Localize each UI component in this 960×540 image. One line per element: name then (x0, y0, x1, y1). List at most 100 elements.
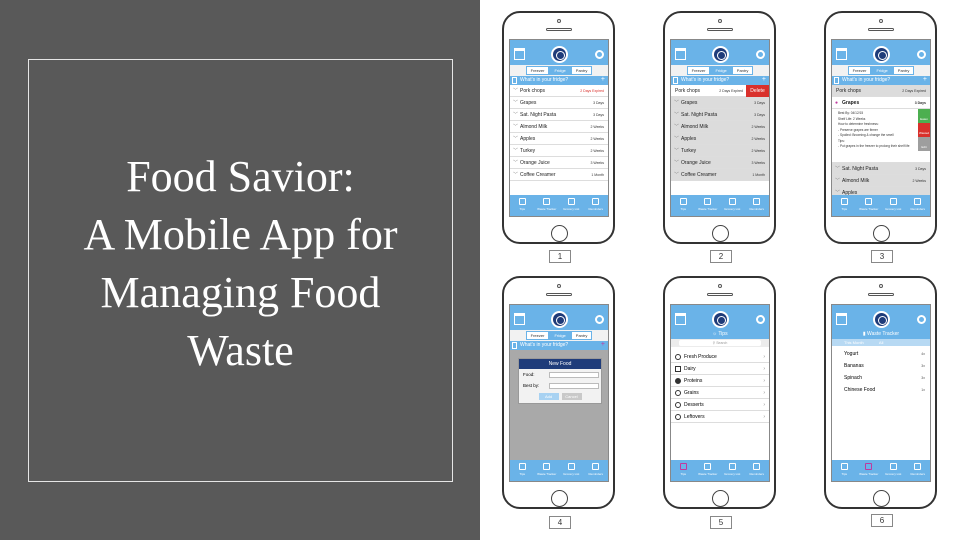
tab-grocery-list[interactable]: Grocery List (559, 460, 584, 481)
bestby-input[interactable] (549, 383, 599, 389)
list-item[interactable]: ﹀ Sat. Night Pasta 3 Days (832, 163, 930, 175)
filter-this-month[interactable]: This Month (844, 340, 864, 345)
filter-all[interactable]: All (879, 340, 883, 345)
tab-grocery-list[interactable]: Grocery List (720, 195, 745, 216)
waste-item[interactable]: Spinach 3x (832, 372, 930, 384)
segment-pantry[interactable]: Pantry (731, 66, 754, 75)
tip-category[interactable]: Proteins › (671, 375, 769, 387)
tab-tips[interactable]: Tips (671, 195, 696, 216)
tab-grocery-list[interactable]: Grocery List (881, 460, 906, 481)
list-item[interactable]: ﹀ Coffee Creamer 1 Month (510, 169, 608, 181)
list-item[interactable]: ﹀ Pork chops 2 Days Expired (510, 85, 608, 97)
gear-icon[interactable] (917, 50, 926, 59)
tip-category[interactable]: Grains › (671, 387, 769, 399)
segment-fridge[interactable]: Fridge (549, 66, 571, 75)
tab-grocery-list[interactable]: Grocery List (720, 460, 745, 481)
add-icon[interactable]: + (601, 341, 605, 349)
list-item[interactable]: ﹀ Almond Milk 2 Weeks (671, 121, 769, 133)
list-item[interactable]: ﹀ Sat. Night Pasta 3 Days (671, 109, 769, 121)
gear-icon[interactable] (595, 50, 604, 59)
segment-freezer[interactable]: Freezer (525, 66, 550, 75)
list-item[interactable]: ﹀ Orange Juice 3 Weeks (510, 157, 608, 169)
tab-tips[interactable]: Tips (510, 460, 535, 481)
wasted-button[interactable]: Wasted (918, 123, 930, 137)
gear-icon[interactable] (917, 315, 926, 324)
segment-freezer[interactable]: Freezer (847, 66, 872, 75)
list-item[interactable]: ﹀ Apples 2 Weeks (510, 133, 608, 145)
alarm-icon (914, 463, 922, 470)
tip-category[interactable]: Dairy › (671, 363, 769, 375)
tab-reminders[interactable]: Reminders (906, 195, 931, 216)
calendar-icon[interactable] (675, 313, 686, 325)
segment-pantry[interactable]: Pantry (570, 66, 593, 75)
add-icon[interactable]: + (923, 76, 927, 84)
list-item[interactable]: ﹀ Almond Milk 2 Weeks (510, 121, 608, 133)
segment-fridge[interactable]: Fridge (871, 66, 893, 75)
tab-label: Tips (841, 472, 848, 476)
tab-reminders[interactable]: Reminders (584, 195, 609, 216)
tab-reminders[interactable]: Reminders (745, 195, 770, 216)
tab-tips[interactable]: Tips (832, 460, 857, 481)
tab-grocery-list[interactable]: Grocery List (881, 195, 906, 216)
calendar-icon[interactable] (836, 48, 847, 60)
add-icon[interactable]: + (601, 76, 605, 84)
cancel-button[interactable]: Cancel (561, 393, 582, 400)
food-input[interactable] (549, 372, 599, 378)
tab-waste-tracker[interactable]: Waste Tracker (857, 460, 882, 481)
tab-waste-tracker[interactable]: Waste Tracker (696, 460, 721, 481)
lightbulb-icon (679, 198, 687, 205)
segment-pantry[interactable]: Pantry (892, 66, 915, 75)
segment-freezer[interactable]: Freezer (686, 66, 711, 75)
segment-fridge[interactable]: Fridge (710, 66, 732, 75)
tab-reminders[interactable]: Reminders (745, 460, 770, 481)
storage-segment: Freezer Fridge Pantry (510, 330, 608, 341)
tip-category[interactable]: Leftovers › (671, 411, 769, 423)
tab-reminders[interactable]: Reminders (584, 460, 609, 481)
tab-waste-tracker[interactable]: Waste Tracker (696, 195, 721, 216)
list-item[interactable]: ﹀ Orange Juice 3 Weeks (671, 157, 769, 169)
list-item-expanded[interactable]: ● Grapes 3 Days (832, 97, 930, 109)
list-item[interactable]: ﹀ Sat. Night Pasta 3 Days (510, 109, 608, 121)
add-button[interactable]: Add (538, 393, 559, 400)
gear-icon[interactable] (756, 315, 765, 324)
search-input[interactable]: ⚲ Search (679, 340, 761, 346)
list-item[interactable]: ﹀ Turkey 2 Weeks (510, 145, 608, 157)
list-item[interactable]: ﹀ Almond Milk 2 Weeks (832, 175, 930, 187)
segment-pantry[interactable]: Pantry (570, 331, 593, 340)
list-item[interactable]: ﹀ Turkey 2 Weeks (671, 145, 769, 157)
calendar-icon[interactable] (836, 313, 847, 325)
eaten-button[interactable]: Eaten (918, 109, 930, 123)
tab-tips[interactable]: Tips (832, 195, 857, 216)
category-label: Leftovers (684, 414, 705, 420)
waste-item[interactable]: Bananas 3x (832, 360, 930, 372)
item-expiry: 3 Days (593, 113, 604, 117)
waste-item[interactable]: Chinese Food 1x (832, 384, 930, 396)
segment-freezer[interactable]: Freezer (525, 331, 550, 340)
tip-category[interactable]: Fresh Produce › (671, 351, 769, 363)
gear-icon[interactable] (756, 50, 765, 59)
segment-fridge[interactable]: Fridge (549, 331, 571, 340)
tab-waste-tracker[interactable]: Waste Tracker (857, 195, 882, 216)
calendar-icon[interactable] (675, 48, 686, 60)
edit-button[interactable]: Edit (918, 137, 930, 151)
list-item[interactable]: ﹀ Coffee Creamer 1 Month (671, 169, 769, 181)
list-item[interactable]: ﹀ Grapes 3 Days (671, 97, 769, 109)
list-item[interactable]: ﹀ Apples 2 Weeks (671, 133, 769, 145)
calendar-icon[interactable] (514, 48, 525, 60)
calendar-icon[interactable] (514, 313, 525, 325)
waste-item[interactable]: Yogurt 4x (832, 348, 930, 360)
add-icon[interactable]: + (762, 76, 766, 84)
list-item-swiped[interactable]: Pork chops 2 Days Expired Delete (671, 85, 769, 97)
fridge-header: What's in your fridge? + (832, 76, 930, 85)
delete-button[interactable]: Delete (746, 85, 769, 97)
tab-waste-tracker[interactable]: Waste Tracker (535, 195, 560, 216)
tab-waste-tracker[interactable]: Waste Tracker (535, 460, 560, 481)
list-item[interactable]: ﹀ Grapes 3 Days (510, 97, 608, 109)
tab-tips[interactable]: Tips (510, 195, 535, 216)
tab-tips[interactable]: Tips (671, 460, 696, 481)
tab-reminders[interactable]: Reminders (906, 460, 931, 481)
list-item[interactable]: Pork chops 2 Days Expired (832, 85, 930, 97)
gear-icon[interactable] (595, 315, 604, 324)
tab-grocery-list[interactable]: Grocery List (559, 195, 584, 216)
tip-category[interactable]: Desserts › (671, 399, 769, 411)
